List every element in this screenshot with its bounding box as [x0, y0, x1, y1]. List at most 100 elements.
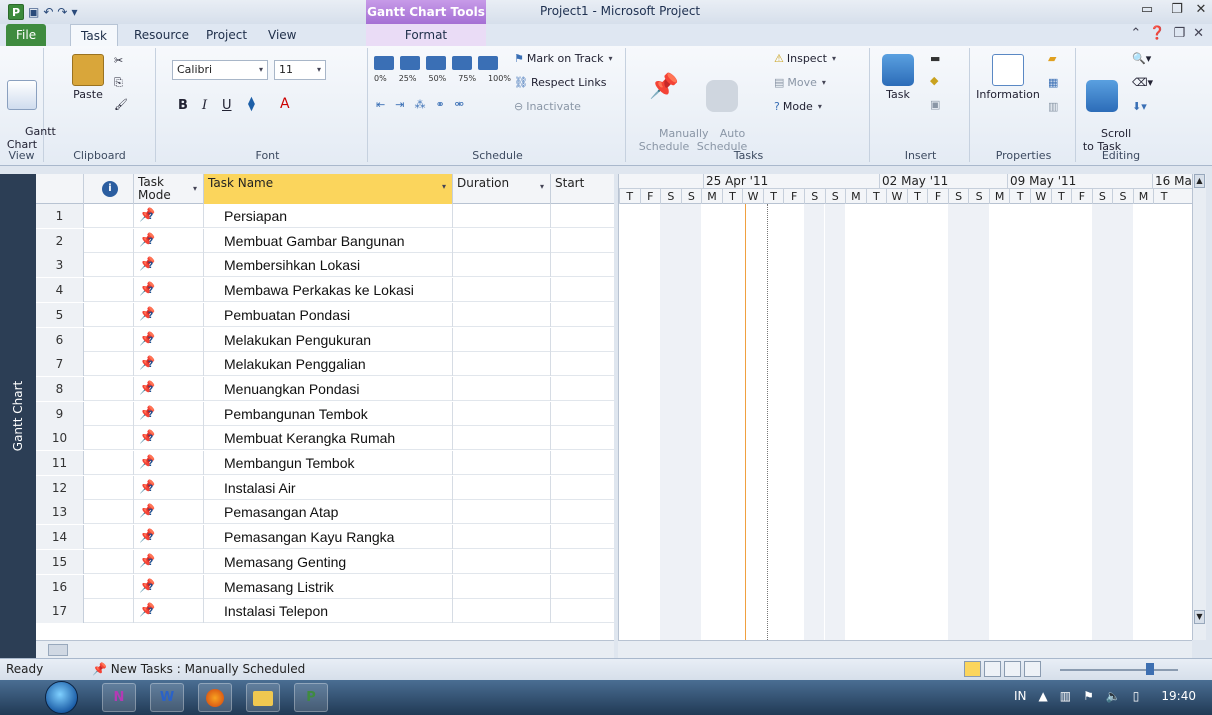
tab-resource[interactable]: Resource — [124, 24, 199, 46]
start-cell[interactable] — [551, 451, 614, 475]
indicator-cell[interactable] — [84, 204, 134, 228]
outdent-icon[interactable]: ⇤ — [376, 98, 385, 111]
close-doc-icon[interactable]: ✕ — [1193, 26, 1204, 41]
indicator-cell[interactable] — [84, 599, 134, 624]
task-mode-cell[interactable]: 📌? — [134, 302, 204, 327]
save-icon[interactable]: ▣ — [28, 5, 39, 19]
task-name-cell[interactable]: Membawa Perkakas ke Lokasi — [204, 278, 453, 303]
indicator-cell[interactable] — [84, 376, 134, 401]
show-hidden-icons[interactable]: ▲ — [1039, 689, 1048, 703]
row-number[interactable]: 8 — [36, 376, 84, 401]
grid-horizontal-scrollbar[interactable] — [36, 640, 614, 658]
task-mode-cell[interactable]: 📌? — [134, 574, 204, 599]
task-name-cell[interactable]: Persiapan — [204, 204, 453, 228]
move-button[interactable]: ▤ Move ▾ — [774, 76, 826, 89]
scroll-thumb[interactable] — [48, 644, 68, 656]
indicator-cell[interactable] — [84, 426, 134, 451]
notes-icon[interactable]: ▰ — [1048, 52, 1056, 65]
inspect-button[interactable]: ⚠ Inspect ▾ — [774, 52, 836, 65]
row-number[interactable]: 3 — [36, 253, 84, 278]
table-row[interactable]: 3 📌? Membersihkan Lokasi — [36, 253, 614, 278]
add-to-timeline-icon[interactable]: ▥ — [1048, 100, 1058, 113]
indicator-cell[interactable] — [84, 327, 134, 352]
task-name-cell[interactable]: Instalasi Air — [204, 475, 453, 500]
duration-cell[interactable] — [453, 228, 551, 253]
row-number[interactable]: 12 — [36, 475, 84, 500]
action-center-icon[interactable]: ⚑ — [1083, 689, 1094, 703]
duration-header[interactable]: Duration ▾ — [453, 174, 551, 204]
indicator-cell[interactable] — [84, 401, 134, 426]
task-name-cell[interactable]: Melakukan Penggalian — [204, 352, 453, 377]
task-mode-cell[interactable]: 📌? — [134, 253, 204, 278]
copy-icon[interactable]: ⎘ — [114, 76, 123, 90]
task-mode-cell[interactable]: 📌? — [134, 426, 204, 451]
start-cell[interactable] — [551, 599, 614, 623]
indicator-cell[interactable] — [84, 525, 134, 550]
project-app-icon[interactable]: P — [8, 4, 24, 20]
indicator-cell[interactable] — [84, 278, 134, 303]
task-mode-cell[interactable]: 📌? — [134, 401, 204, 426]
task-usage-view-icon[interactable] — [984, 661, 1001, 677]
font-size-select[interactable]: 11 ▾ — [274, 60, 326, 80]
tab-view[interactable]: View — [258, 24, 306, 46]
task-name-cell[interactable]: Memasang Genting — [204, 549, 453, 574]
link-tasks-icon[interactable]: ⚭ — [435, 98, 444, 111]
tab-file[interactable]: File — [6, 24, 47, 46]
network-icon[interactable]: ▥ — [1060, 689, 1071, 703]
table-row[interactable]: 5 📌? Pembuatan Pondasi — [36, 302, 614, 327]
duration-cell[interactable] — [453, 352, 551, 377]
restore-doc-icon[interactable]: ❐ — [1173, 26, 1185, 41]
start-button[interactable] — [45, 681, 78, 714]
respect-links-button[interactable]: ⛓ Respect Links — [514, 76, 606, 89]
mode-button[interactable]: ? Mode ▾ — [774, 100, 822, 113]
table-row[interactable]: 8 📌? Menuangkan Pondasi — [36, 376, 614, 401]
task-mode-cell[interactable]: 📌? — [134, 599, 204, 624]
start-cell[interactable] — [551, 352, 614, 376]
start-cell[interactable] — [551, 525, 614, 549]
start-cell[interactable] — [551, 550, 614, 574]
duration-cell[interactable] — [453, 302, 551, 327]
start-cell[interactable] — [551, 328, 614, 352]
firefox-taskbar-button[interactable] — [198, 683, 232, 712]
new-tasks-mode[interactable]: 📌 New Tasks : Manually Scheduled — [92, 662, 305, 676]
mark-on-track-button[interactable]: ⚑ Mark on Track ▾ — [514, 52, 613, 65]
row-number[interactable]: 14 — [36, 525, 84, 550]
details-icon[interactable]: ▦ — [1048, 76, 1058, 89]
undo-icon[interactable]: ↶ — [43, 5, 53, 19]
table-row[interactable]: 12 📌? Instalasi Air — [36, 475, 614, 500]
duration-cell[interactable] — [453, 500, 551, 525]
duration-cell[interactable] — [453, 376, 551, 401]
task-name-cell[interactable]: Membuat Kerangka Rumah — [204, 426, 453, 451]
indicator-cell[interactable] — [84, 302, 134, 327]
duration-cell[interactable] — [453, 426, 551, 451]
customize-qat-icon[interactable]: ▾ — [71, 5, 77, 19]
duration-cell[interactable] — [453, 204, 551, 228]
deliverable-icon[interactable]: ▣ — [930, 98, 940, 111]
indicator-cell[interactable] — [84, 228, 134, 253]
zoom-slider[interactable] — [1060, 663, 1178, 675]
task-name-header[interactable]: Task Name ▾ — [204, 174, 453, 204]
task-name-cell[interactable]: Menuangkan Pondasi — [204, 376, 453, 401]
row-number[interactable]: 4 — [36, 278, 84, 303]
explorer-taskbar-button[interactable] — [246, 683, 280, 712]
task-name-cell[interactable]: Melakukan Pengukuran — [204, 327, 453, 352]
task-mode-cell[interactable]: 📌? — [134, 327, 204, 352]
task-name-cell[interactable]: Membersihkan Lokasi — [204, 253, 453, 278]
tab-task[interactable]: Task — [70, 24, 118, 46]
task-mode-cell[interactable]: 📌? — [134, 475, 204, 500]
cut-icon[interactable]: ✂ — [114, 54, 123, 67]
table-row[interactable]: 6 📌? Melakukan Pengukuran — [36, 327, 614, 352]
task-name-cell[interactable]: Pembangunan Tembok — [204, 401, 453, 426]
indicator-cell[interactable] — [84, 352, 134, 377]
task-name-cell[interactable]: Pemasangan Atap — [204, 500, 453, 525]
task-mode-cell[interactable]: 📌? — [134, 228, 204, 253]
table-row[interactable]: 16 📌? Memasang Listrik — [36, 574, 614, 599]
row-number[interactable]: 17 — [36, 599, 84, 624]
task-mode-cell[interactable]: 📌? — [134, 500, 204, 525]
volume-icon[interactable]: 🔈 — [1106, 689, 1121, 703]
word-taskbar-button[interactable]: W — [150, 683, 184, 712]
task-mode-cell[interactable]: 📌? — [134, 549, 204, 574]
fill-icon[interactable]: ⬇▾ — [1132, 100, 1147, 113]
duration-cell[interactable] — [453, 599, 551, 624]
table-row[interactable]: 4 📌? Membawa Perkakas ke Lokasi — [36, 278, 614, 303]
